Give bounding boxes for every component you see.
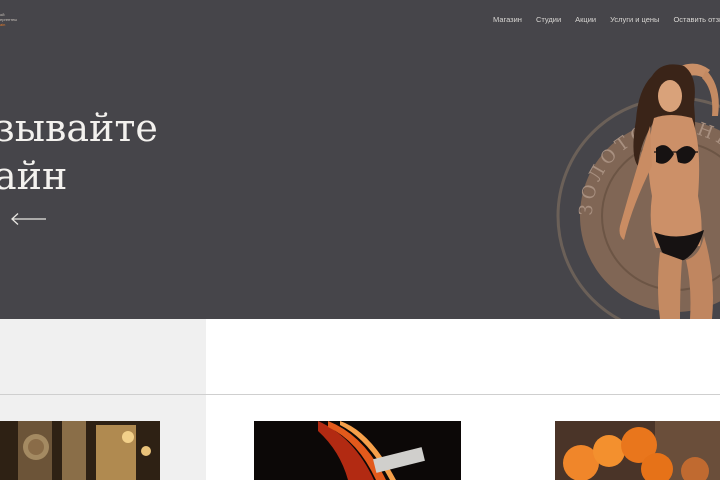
- promo-card-image-3[interactable]: [555, 421, 720, 480]
- nav-item-shop[interactable]: Магазин: [493, 15, 522, 24]
- nav-item-studios[interactable]: Студии: [536, 15, 561, 24]
- arrow-left-icon[interactable]: [10, 212, 48, 226]
- hero-headline: зывайте айн: [0, 104, 158, 200]
- logo-line-3: ain: [0, 22, 6, 27]
- card-2-photo: [254, 421, 461, 480]
- section-divider: [0, 394, 720, 395]
- main-nav: Магазин Студии Акции Услуги и цены Остав…: [493, 15, 720, 24]
- hero-headline-line-1: зывайте: [0, 106, 158, 150]
- card-1-photo: [0, 421, 160, 480]
- nav-item-leave-review[interactable]: Оставить отзыв: [673, 15, 720, 24]
- nav-item-promotions[interactable]: Акции: [575, 15, 596, 24]
- nav-item-services-prices[interactable]: Услуги и цены: [610, 15, 659, 24]
- logo[interactable]: ой ергентеы ain: [0, 12, 40, 32]
- card-3-photo: [555, 421, 720, 480]
- hero-section: ой ергентеы ain Магазин Студии Акции Усл…: [0, 0, 720, 319]
- promo-card-image-2[interactable]: [254, 421, 461, 480]
- hero-model-image: [619, 63, 719, 319]
- hero-headline-line-2: айн: [0, 154, 68, 198]
- promo-card-image-1[interactable]: [0, 421, 160, 480]
